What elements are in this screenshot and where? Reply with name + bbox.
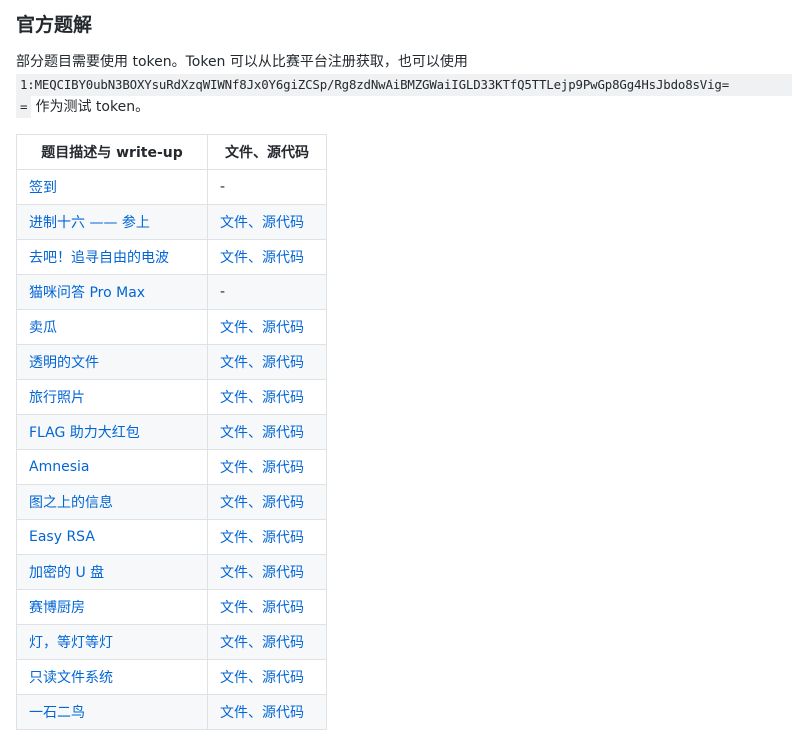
files-source-link[interactable]: 文件、源代码 — [220, 320, 304, 336]
files-cell: 文件、源代码 — [207, 484, 327, 520]
challenge-writeup-link[interactable]: Easy RSA — [29, 529, 95, 545]
files-cell: 文件、源代码 — [207, 239, 327, 275]
files-cell: 文件、源代码 — [207, 204, 327, 240]
files-cell: 文件、源代码 — [207, 519, 327, 555]
table-header-row: 题目描述与 write-up 文件、源代码 — [16, 134, 327, 170]
title-cell: 猫咪问答 Pro Max — [16, 274, 208, 310]
table-row: 去吧！追寻自由的电波 文件、源代码 — [16, 239, 327, 275]
challenge-writeup-link[interactable]: 卖瓜 — [29, 320, 57, 336]
title-cell: 进制十六 —— 参上 — [16, 204, 208, 240]
files-source-link[interactable]: 文件、源代码 — [220, 705, 304, 721]
files-source-link[interactable]: 文件、源代码 — [220, 495, 304, 511]
table-body: 签到 - 进制十六 —— 参上 文件、源代码 去吧！追寻自由的电波 文件、源代码 猫咪问答 … — [16, 169, 327, 730]
challenge-writeup-link[interactable]: 签到 — [29, 180, 57, 196]
files-source-link[interactable]: 文件、源代码 — [220, 215, 304, 231]
title-cell: 灯，等灯等灯 — [16, 624, 208, 660]
title-cell: 透明的文件 — [16, 344, 208, 380]
table-row: FLAG 助力大红包 文件、源代码 — [16, 414, 327, 450]
files-cell: 文件、源代码 — [207, 309, 327, 345]
files-source-link[interactable]: 文件、源代码 — [220, 600, 304, 616]
table-row: 卖瓜 文件、源代码 — [16, 309, 327, 345]
challenge-writeup-link[interactable]: 赛博厨房 — [29, 600, 85, 616]
title-cell: 赛博厨房 — [16, 589, 208, 625]
challenge-writeup-link[interactable]: 一石二鸟 — [29, 705, 85, 721]
files-source-link[interactable]: 文件、源代码 — [220, 670, 304, 686]
files-cell: 文件、源代码 — [207, 694, 327, 730]
files-source-link[interactable]: 文件、源代码 — [220, 250, 304, 266]
token-code-text: 1:MEQCIBY0ubN3BOXYsuRdXzqWIWNf8Jx0Y6giZC… — [20, 77, 730, 92]
table-row: 灯，等灯等灯 文件、源代码 — [16, 624, 327, 660]
no-files-dash: - — [220, 179, 226, 195]
files-source-link[interactable]: 文件、源代码 — [220, 565, 304, 581]
table-row: Amnesia 文件、源代码 — [16, 449, 327, 485]
challenge-writeup-link[interactable]: 只读文件系统 — [29, 670, 113, 686]
table-row: 猫咪问答 Pro Max - — [16, 274, 327, 310]
files-source-link[interactable]: 文件、源代码 — [220, 425, 304, 441]
files-cell: 文件、源代码 — [207, 449, 327, 485]
challenge-writeup-link[interactable]: Amnesia — [29, 459, 89, 475]
files-cell: 文件、源代码 — [207, 414, 327, 450]
token-code-block: 1:MEQCIBY0ubN3BOXYsuRdXzqWIWNf8Jx0Y6giZC… — [16, 74, 792, 96]
table-row: 旅行照片 文件、源代码 — [16, 379, 327, 415]
title-cell: FLAG 助力大红包 — [16, 414, 208, 450]
files-source-link[interactable]: 文件、源代码 — [220, 530, 304, 546]
table-row: 图之上的信息 文件、源代码 — [16, 484, 327, 520]
files-cell: - — [207, 169, 327, 205]
table-row: 只读文件系统 文件、源代码 — [16, 659, 327, 695]
challenge-writeup-link[interactable]: 加密的 U 盘 — [29, 565, 104, 581]
intro-paragraph: 部分题目需要使用 token。Token 可以从比赛平台注册获取，也可以使用 — [16, 54, 468, 70]
header-files: 文件、源代码 — [207, 134, 327, 170]
title-cell: 去吧！追寻自由的电波 — [16, 239, 208, 275]
table-row: Easy RSA 文件、源代码 — [16, 519, 327, 555]
title-cell: 签到 — [16, 169, 208, 205]
challenge-writeup-link[interactable]: 透明的文件 — [29, 355, 99, 371]
title-cell: 一石二鸟 — [16, 694, 208, 730]
files-source-link[interactable]: 文件、源代码 — [220, 390, 304, 406]
page-heading: 官方题解 — [16, 14, 93, 36]
files-cell: - — [207, 274, 327, 310]
files-source-link[interactable]: 文件、源代码 — [220, 460, 304, 476]
files-cell: 文件、源代码 — [207, 554, 327, 590]
title-cell: 加密的 U 盘 — [16, 554, 208, 590]
challenge-writeup-link[interactable]: 进制十六 —— 参上 — [29, 215, 150, 231]
table-row: 加密的 U 盘 文件、源代码 — [16, 554, 327, 590]
files-source-link[interactable]: 文件、源代码 — [220, 635, 304, 651]
files-source-link[interactable]: 文件、源代码 — [220, 355, 304, 371]
challenge-writeup-link[interactable]: 灯，等灯等灯 — [29, 635, 113, 651]
files-cell: 文件、源代码 — [207, 379, 327, 415]
files-cell: 文件、源代码 — [207, 624, 327, 660]
challenge-writeup-link[interactable]: 猫咪问答 Pro Max — [29, 285, 145, 301]
header-writeup: 题目描述与 write-up — [16, 134, 208, 170]
title-cell: 旅行照片 — [16, 379, 208, 415]
files-cell: 文件、源代码 — [207, 659, 327, 695]
challenge-writeup-link[interactable]: 旅行照片 — [29, 390, 85, 406]
title-cell: 卖瓜 — [16, 309, 208, 345]
token-note: = 作为测试 token。 — [16, 96, 149, 118]
files-cell: 文件、源代码 — [207, 589, 327, 625]
challenge-writeup-link[interactable]: 图之上的信息 — [29, 495, 113, 511]
challenge-writeup-link[interactable]: 去吧！追寻自由的电波 — [29, 250, 169, 266]
title-cell: 图之上的信息 — [16, 484, 208, 520]
writeup-table: 题目描述与 write-up 文件、源代码 签到 - 进制十六 —— 参上 文件、源代… — [16, 134, 327, 730]
token-note-text: 作为测试 token。 — [35, 99, 150, 115]
table-row: 透明的文件 文件、源代码 — [16, 344, 327, 380]
no-files-dash: - — [220, 284, 226, 300]
table-row: 一石二鸟 文件、源代码 — [16, 694, 327, 730]
table-row: 赛博厨房 文件、源代码 — [16, 589, 327, 625]
table-row: 签到 - — [16, 169, 327, 205]
title-cell: Easy RSA — [16, 519, 208, 555]
token-code-tail: = — [16, 96, 32, 118]
title-cell: 只读文件系统 — [16, 659, 208, 695]
title-cell: Amnesia — [16, 449, 208, 485]
table-row: 进制十六 —— 参上 文件、源代码 — [16, 204, 327, 240]
challenge-writeup-link[interactable]: FLAG 助力大红包 — [29, 425, 140, 441]
files-cell: 文件、源代码 — [207, 344, 327, 380]
